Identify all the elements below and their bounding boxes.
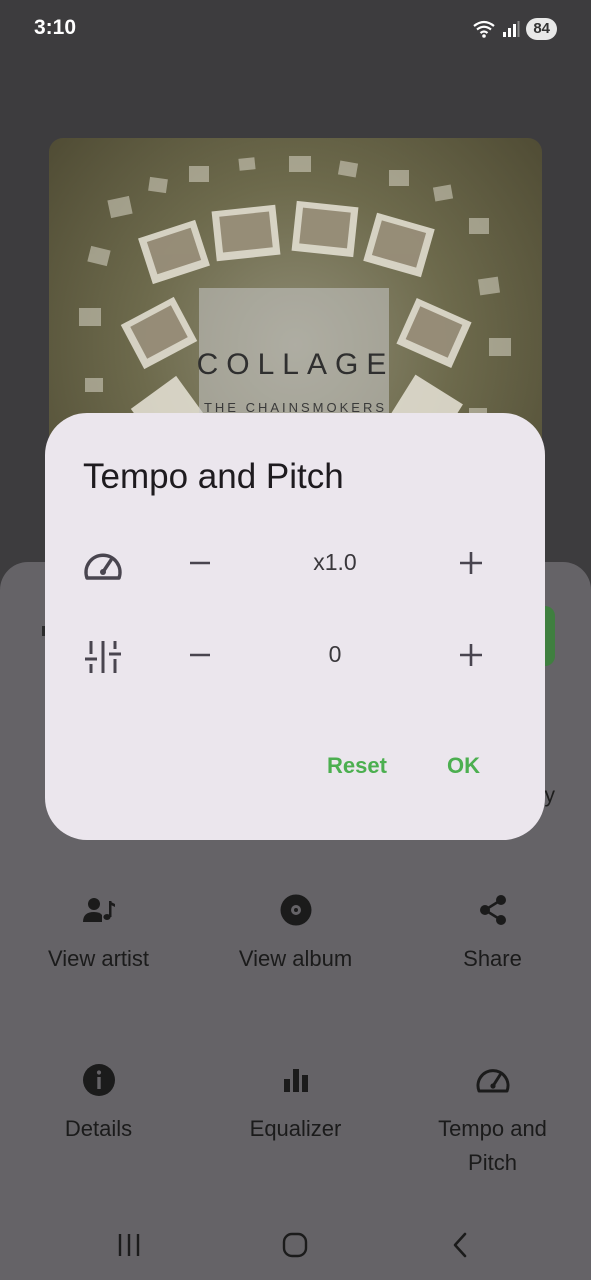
tempo-row: x1.0 [45, 533, 545, 593]
reset-button[interactable]: Reset [327, 753, 387, 779]
speedometer-icon [84, 553, 122, 580]
share-icon [479, 895, 506, 925]
disc-icon [280, 894, 311, 926]
system-nav-bar [0, 1210, 591, 1280]
actions-row-2: Details Equalizer Tempo and Pitch [0, 1062, 591, 1180]
home-icon[interactable] [281, 1230, 309, 1260]
view-artist-action[interactable]: View artist [0, 892, 197, 976]
tempo-pitch-label: Tempo and Pitch [438, 1116, 547, 1175]
pitch-decrease-button[interactable] [180, 635, 220, 675]
equalizer-label: Equalizer [249, 1116, 342, 1141]
view-album-action[interactable]: View album [197, 892, 394, 976]
equalizer-icon [283, 1069, 308, 1092]
recents-icon[interactable] [116, 1230, 142, 1260]
pitch-row: 0 [45, 625, 545, 685]
status-icons: 84 [472, 18, 557, 40]
signal-icon [503, 21, 520, 37]
equalizer-action[interactable]: Equalizer [197, 1062, 394, 1180]
pitch-increase-button[interactable] [451, 635, 491, 675]
person-music-icon [82, 898, 115, 922]
minus-icon [190, 653, 210, 657]
dialog-title: Tempo and Pitch [83, 457, 344, 496]
details-label: Details [64, 1116, 133, 1141]
album-title: COLLAGE [196, 348, 395, 381]
actions-row-1: View artist View album Share [0, 892, 591, 976]
pitch-value: 0 [328, 641, 342, 667]
share-action[interactable]: Share [394, 892, 591, 976]
wifi-icon [473, 20, 495, 38]
view-album-label: View album [238, 946, 353, 971]
back-icon[interactable] [449, 1230, 471, 1260]
view-artist-label: View artist [47, 946, 150, 971]
details-action[interactable]: Details [0, 1062, 197, 1180]
tempo-pitch-action[interactable]: Tempo and Pitch [394, 1062, 591, 1180]
tempo-decrease-button[interactable] [180, 543, 220, 583]
minus-icon [190, 561, 210, 565]
tune-sliders-icon [85, 641, 121, 673]
info-icon [82, 1064, 115, 1096]
tempo-increase-button[interactable] [451, 543, 491, 583]
plus-icon [460, 552, 482, 574]
plus-icon [460, 644, 482, 666]
tempo-pitch-dialog: Tempo and Pitch x1.0 0 Reset OK [45, 413, 545, 840]
status-time: 3:10 [34, 16, 77, 39]
sheet-peek-text: y [544, 784, 556, 807]
battery-badge: 84 [526, 18, 557, 40]
speedometer-icon [476, 1069, 509, 1093]
status-bar: 3:10 84 [0, 0, 591, 62]
tempo-value: x1.0 [313, 549, 357, 575]
ok-button[interactable]: OK [447, 753, 480, 779]
share-label: Share [463, 946, 522, 971]
